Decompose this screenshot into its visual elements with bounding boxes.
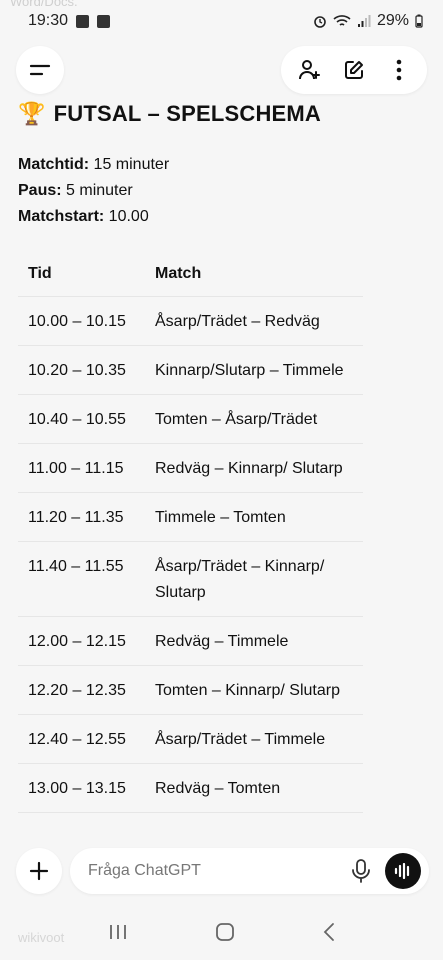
row-match: Tomten – Åsarp/Trädet [145, 394, 363, 444]
menu-icon [29, 64, 51, 76]
chat-content: 🏆 FUTSAL – SPELSCHEMA Matchtid: 15 minut… [18, 98, 368, 813]
wifi-icon [333, 15, 351, 26]
table-row: 10.40 – 10.55 Tomten – Åsarp/Trädet [18, 394, 363, 444]
row-time: 11.40 – 11.55 [18, 541, 145, 617]
battery-percent: 29% [376, 12, 409, 29]
row-match: Tomten – Kinnarp/ Slutarp [145, 665, 363, 715]
battery-icon [415, 14, 423, 28]
row-time: 12.20 – 12.35 [18, 665, 145, 715]
row-match: Åsarp/Trädet – Kinnarp/ Slutarp [145, 541, 363, 617]
match-info: Matchtid: 15 minuter Paus: 5 minuter Mat… [18, 152, 368, 230]
table-header-row: Tid Match [18, 256, 363, 297]
add-person-icon [299, 60, 321, 80]
composer-bar: Fråga ChatGPT [0, 846, 443, 900]
row-time: 12.00 – 12.15 [18, 616, 145, 666]
header-time: Tid [18, 256, 145, 297]
voice-waveform-icon [394, 863, 410, 879]
row-time: 10.00 – 10.15 [18, 296, 145, 346]
microphone-icon [352, 859, 370, 883]
row-time: 13.00 – 13.15 [18, 763, 145, 813]
youtube-notification-icon [76, 14, 90, 28]
edit-icon [344, 61, 363, 79]
recent-apps-button[interactable] [108, 923, 128, 946]
table-row: 11.40 – 11.55 Åsarp/Trädet – Kinnarp/ Slu… [18, 541, 363, 617]
row-match: Kinnarp/Slutarp – Timmele [145, 345, 363, 395]
home-icon [215, 922, 234, 941]
new-chat-button[interactable] [334, 50, 374, 90]
back-icon [323, 922, 334, 941]
status-time: 19:30 [28, 12, 69, 29]
voice-mode-button[interactable] [385, 853, 421, 889]
back-button[interactable] [322, 922, 336, 947]
more-options-button[interactable] [379, 50, 419, 90]
table-row: 10.00 – 10.15 Åsarp/Trädet – Redväg [18, 296, 363, 346]
info-match-time: Matchtid: 15 minuter [18, 156, 170, 173]
header-match: Match [145, 256, 363, 297]
row-time: 12.40 – 12.55 [18, 714, 145, 764]
info-match-start: Matchstart: 10.00 [18, 208, 149, 225]
message-input[interactable]: Fråga ChatGPT [70, 848, 429, 894]
row-match: Redväg – Timmele [145, 616, 363, 666]
row-time: 11.20 – 11.35 [18, 492, 145, 542]
row-match: Redväg – Tomten [145, 763, 363, 813]
dictate-button[interactable] [343, 853, 379, 889]
top-actions [281, 46, 427, 94]
system-nav-bar [0, 908, 443, 960]
checkbox-notification-icon [97, 14, 111, 28]
row-match: Åsarp/Trädet – Timmele [145, 714, 363, 764]
page-title-text: FUTSAL – SPELSCHEMA [53, 101, 322, 126]
table-row: 11.20 – 11.35 Timmele – Tomten [18, 492, 363, 542]
alarm-icon [314, 16, 326, 28]
info-pause: Paus: 5 minuter [18, 182, 133, 199]
row-match: Åsarp/Trädet – Redväg [145, 296, 363, 346]
home-button[interactable] [215, 922, 235, 947]
row-match: Timmele – Tomten [145, 492, 363, 542]
schedule-table: Tid Match 10.00 – 10.15 Åsarp/Trädet – Re… [18, 256, 363, 813]
table-row: 11.00 – 11.15 Redväg – Kinnarp/ Slutarp [18, 443, 363, 493]
signal-icon [357, 15, 371, 27]
add-person-button[interactable] [289, 50, 329, 90]
table-row: 12.20 – 12.35 Tomten – Kinnarp/ Slutarp [18, 665, 363, 715]
row-time: 10.40 – 10.55 [18, 394, 145, 444]
row-time: 11.00 – 11.15 [18, 443, 145, 493]
status-bar: 19:30 29% [0, 0, 443, 42]
row-time: 10.20 – 10.35 [18, 345, 145, 395]
table-row: 12.00 – 12.15 Redväg – Timmele [18, 616, 363, 666]
menu-button[interactable] [16, 46, 64, 94]
recent-apps-icon [109, 924, 126, 939]
trophy-icon: 🏆 [18, 101, 46, 126]
attach-button[interactable] [16, 848, 62, 894]
row-match: Redväg – Kinnarp/ Slutarp [145, 443, 363, 493]
table-row: 13.00 – 13.15 Redväg – Tomten [18, 763, 363, 813]
table-row: 10.20 – 10.35 Kinnarp/Slutarp – Timmele [18, 345, 363, 395]
table-row: 12.40 – 12.55 Åsarp/Trädet – Timmele [18, 714, 363, 764]
plus-icon [29, 861, 49, 881]
top-nav [16, 46, 427, 94]
more-vertical-icon [396, 59, 401, 81]
page-title: 🏆 FUTSAL – SPELSCHEMA [18, 98, 368, 130]
message-placeholder: Fråga ChatGPT [88, 862, 201, 879]
